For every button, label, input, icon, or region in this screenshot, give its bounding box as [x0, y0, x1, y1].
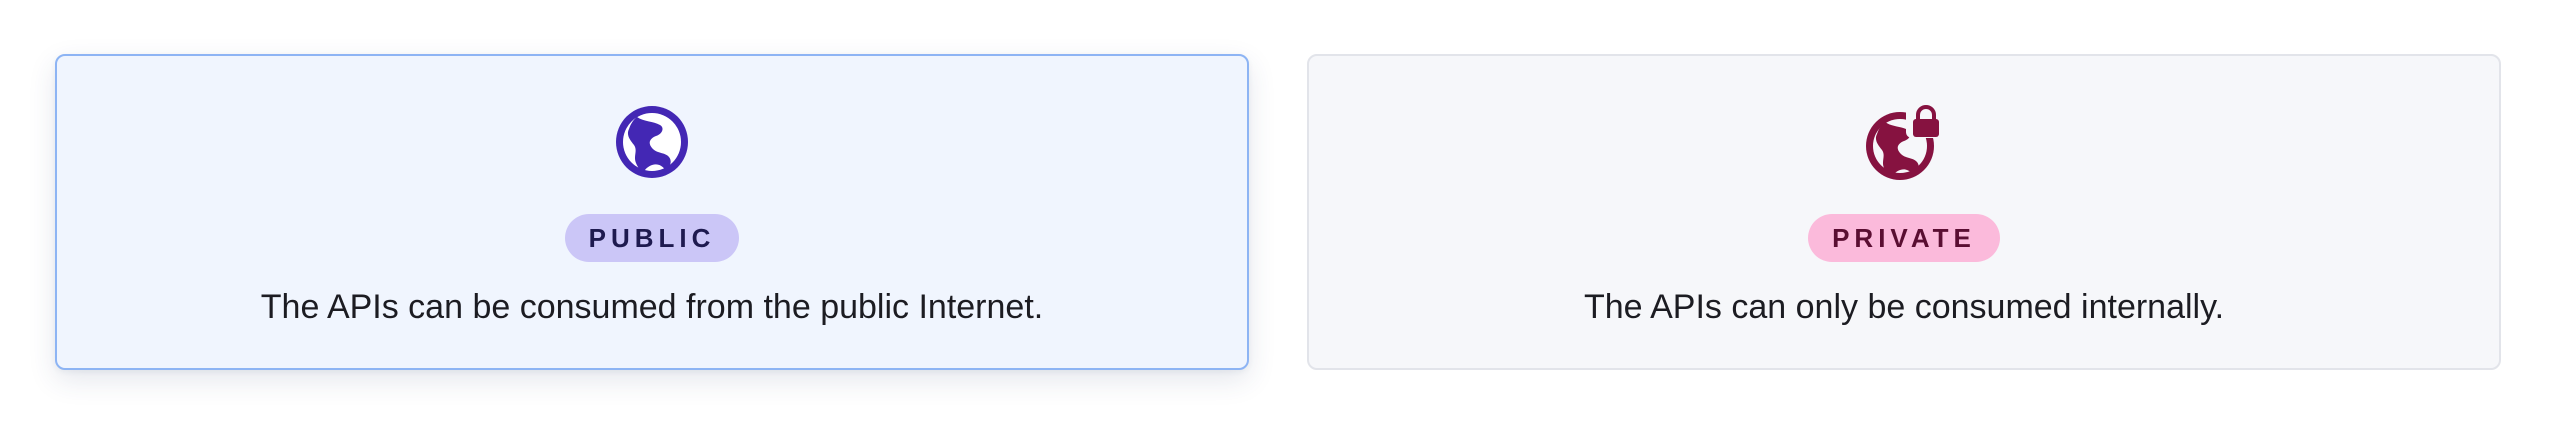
public-badge: PUBLIC	[564, 214, 740, 262]
globe-lock-icon	[1866, 104, 1939, 180]
globe-icon	[616, 106, 688, 178]
public-description: The APIs can be consumed from the public…	[260, 288, 1044, 326]
private-option-card[interactable]: PRIVATE The APIs can only be consumed in…	[1307, 54, 2501, 370]
private-badge: PRIVATE	[1808, 214, 2000, 262]
private-description: The APIs can only be consumed internally…	[1583, 288, 2225, 326]
public-option-card[interactable]: PUBLIC The APIs can be consumed from the…	[55, 54, 1249, 370]
visibility-selector: PUBLIC The APIs can be consumed from the…	[0, 0, 2560, 437]
